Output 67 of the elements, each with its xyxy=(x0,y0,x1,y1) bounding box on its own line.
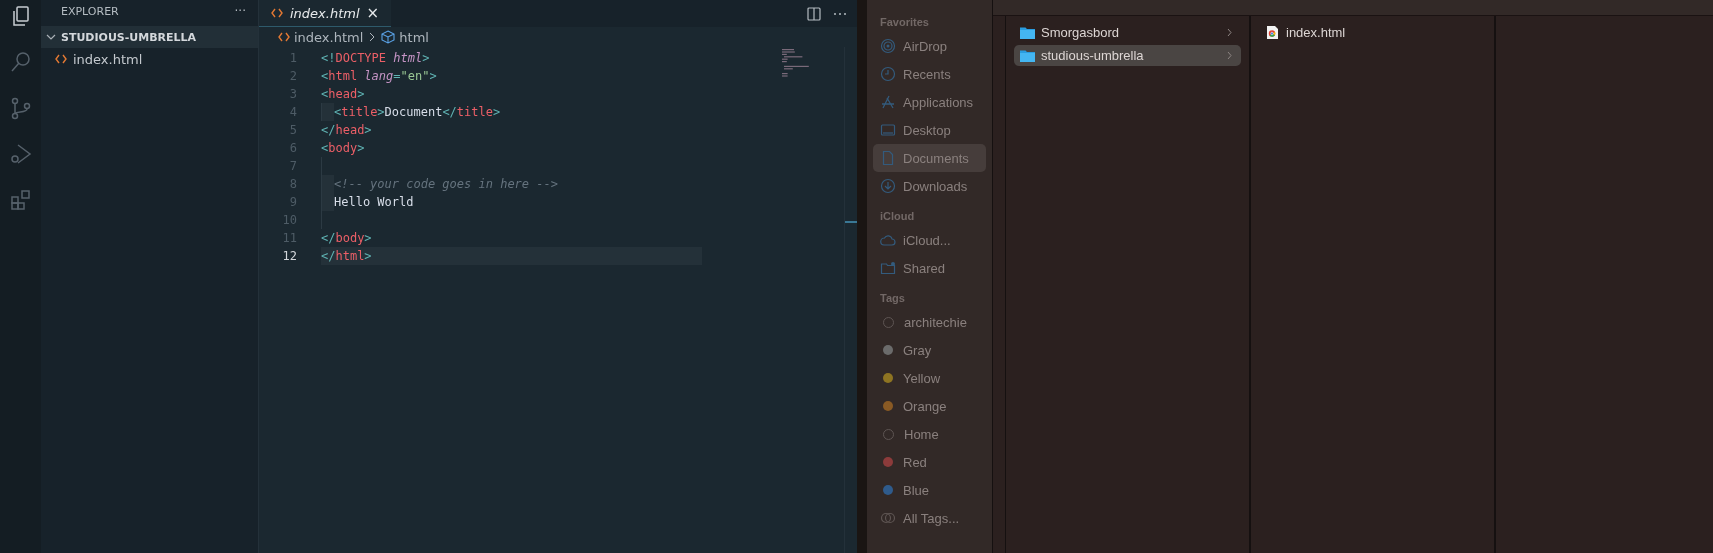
sidebar-item[interactable]: architechie xyxy=(873,308,986,336)
sidebar-item[interactable]: Gray xyxy=(873,336,986,364)
line-number: 12 xyxy=(281,249,298,263)
code-line: <body> xyxy=(321,141,365,155)
sidebar-item[interactable]: All Tags... xyxy=(873,504,986,532)
desktop-icon xyxy=(880,122,896,138)
section-heading: Tags xyxy=(879,291,906,306)
code-line: <!DOCTYPE html> xyxy=(321,51,430,65)
sidebar-item[interactable]: iCloud... xyxy=(873,226,986,254)
breadcrumb-item[interactable]: index.html xyxy=(294,29,364,45)
download-icon xyxy=(880,178,896,194)
html-file-icon xyxy=(271,8,283,18)
minimap-drawing xyxy=(782,49,812,79)
html-file-icon xyxy=(55,54,67,64)
section-heading: Favorites xyxy=(879,15,930,30)
chevron-icon xyxy=(1226,28,1233,37)
file-row[interactable]: studious-umbrella xyxy=(1014,45,1241,66)
document-icon xyxy=(1265,26,1280,39)
code-line: <!-- your code goes in here --> xyxy=(334,177,558,191)
sidebar-item[interactable]: Red xyxy=(873,448,986,476)
split-editor-icon[interactable] xyxy=(807,6,821,21)
airdrop-icon xyxy=(880,38,896,54)
sidebar-item[interactable]: Desktop xyxy=(873,116,986,144)
code-line: <title>Document</title> xyxy=(334,105,501,119)
code-line: </html> xyxy=(321,249,372,263)
code-line: </head> xyxy=(321,123,372,137)
file-row[interactable]: Smorgasbord xyxy=(1014,22,1241,43)
all-tags-icon xyxy=(880,510,896,526)
sidebar-item[interactable]: AirDrop xyxy=(873,32,986,60)
folder-icon xyxy=(1020,49,1035,62)
folder-row[interactable]: STUDIOUS-UMBRELLA xyxy=(41,26,258,48)
folder-icon xyxy=(1020,26,1035,39)
extensions-icon[interactable] xyxy=(8,188,33,212)
sidebar-item[interactable]: Orange xyxy=(873,392,986,420)
more-actions-button[interactable]: ··· xyxy=(234,4,246,18)
run-debug-icon[interactable] xyxy=(8,142,33,166)
sidebar-item[interactable]: Shared xyxy=(873,254,986,282)
chevron-icon xyxy=(1226,51,1233,60)
folder-name: STUDIOUS-UMBRELLA xyxy=(61,30,197,44)
code-line: </body> xyxy=(321,231,372,245)
editor-tab[interactable]: index.html × xyxy=(259,0,392,27)
cloud-icon xyxy=(880,232,896,248)
clock-icon xyxy=(880,66,896,82)
applications-icon xyxy=(880,94,896,110)
code-line: Hello World xyxy=(334,195,414,209)
file-row[interactable]: index.html xyxy=(1259,22,1486,43)
sidebar-item[interactable]: Applications xyxy=(873,88,986,116)
code-line: <head> xyxy=(321,87,365,101)
file-item[interactable]: index.html xyxy=(41,48,258,70)
html-file-icon xyxy=(278,32,290,42)
sidebar-item[interactable]: Downloads xyxy=(873,172,986,200)
sidebar-item[interactable]: Recents xyxy=(873,60,986,88)
sidebar-item[interactable]: Blue xyxy=(873,476,986,504)
file-name: index.html xyxy=(73,51,143,67)
sidebar-item[interactable]: Home xyxy=(873,420,986,448)
search-icon[interactable] xyxy=(8,50,33,74)
explorer-title: EXPLORER xyxy=(61,4,119,18)
shared-folder-icon xyxy=(880,260,896,276)
breadcrumb-item[interactable]: html xyxy=(399,29,429,45)
sidebar-item[interactable]: Documents xyxy=(873,144,986,172)
close-icon[interactable]: × xyxy=(366,4,380,22)
section-heading: iCloud xyxy=(879,209,916,224)
code-line: <html lang="en"> xyxy=(321,69,437,83)
document-icon xyxy=(880,150,896,166)
scrollbar-thumb[interactable] xyxy=(845,221,857,223)
sidebar-item[interactable]: Yellow xyxy=(873,364,986,392)
cube-icon xyxy=(381,30,396,44)
